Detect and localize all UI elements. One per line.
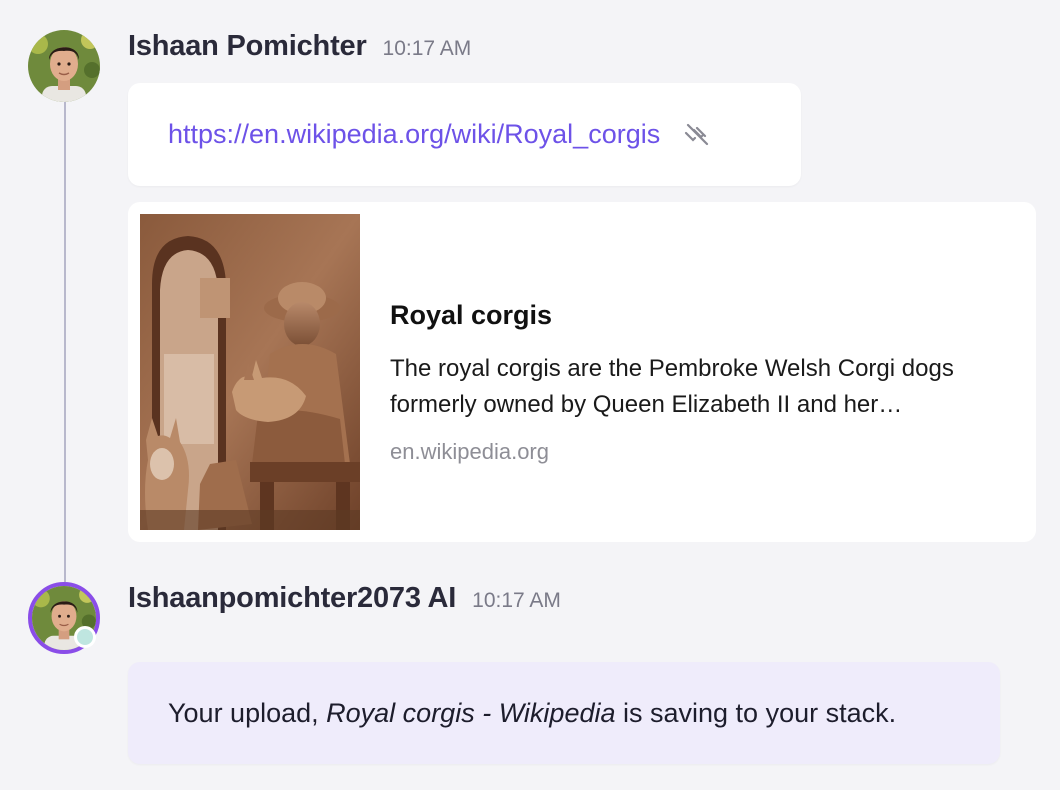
author-name[interactable]: Ishaanpomichter2073 AI (128, 582, 456, 615)
upload-item-name[interactable]: Royal corgis - Wikipedia (326, 698, 615, 729)
upload-status-bubble: Your upload, Royal corgis - Wikipedia is… (128, 662, 1000, 764)
preview-title[interactable]: Royal corgis (390, 300, 1030, 331)
unlink-icon[interactable] (680, 119, 712, 151)
message-timestamp: 10:17 AM (472, 589, 561, 612)
user-photo-avatar-icon (28, 30, 100, 102)
presence-status-dot (74, 626, 96, 648)
link-preview-card[interactable]: Royal corgis The royal corgis are the Pe… (128, 202, 1036, 542)
ai-avatar-wrapper[interactable] (28, 582, 100, 654)
statue-thumbnail-icon (140, 214, 360, 530)
message-header: Ishaan Pomichter 10:17 AM (128, 30, 471, 63)
message-timestamp: 10:17 AM (382, 37, 472, 60)
preview-domain: en.wikipedia.org (390, 439, 549, 464)
preview-text: Royal corgis The royal corgis are the Pe… (390, 300, 1030, 465)
thread-connector-line (64, 100, 66, 582)
status-prefix: Your upload, (168, 697, 327, 728)
link-message-bubble: https://en.wikipedia.org/wiki/Royal_corg… (128, 83, 801, 186)
preview-description: The royal corgis are the Pembroke Welsh … (390, 355, 954, 418)
status-suffix: is saving to your stack. (615, 697, 897, 728)
message-header: Ishaanpomichter2073 AI 10:17 AM (128, 582, 561, 615)
link-url[interactable]: https://en.wikipedia.org/wiki/Royal_corg… (168, 119, 660, 150)
avatar[interactable] (28, 30, 100, 102)
author-name[interactable]: Ishaan Pomichter (128, 30, 367, 63)
